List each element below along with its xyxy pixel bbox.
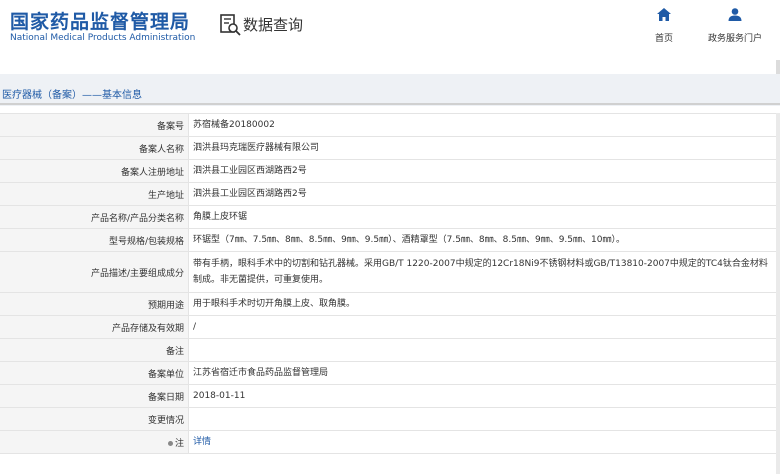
row-label: 生产地址 (0, 182, 189, 206)
row-label: 产品描述/主要组成成分 (0, 251, 189, 293)
bullet-icon (167, 440, 173, 446)
row-label: 产品名称/产品分类名称 (0, 205, 189, 229)
scrollbar-top[interactable] (776, 60, 780, 74)
details-link[interactable]: 详情 (193, 437, 211, 447)
row-label: 产品存储及有效期 (0, 315, 189, 339)
row-label: 型号规格/包装规格 (0, 228, 189, 252)
nav-portal-label: 政务服务门户 (707, 34, 762, 44)
row-label: 备注 (0, 338, 189, 362)
home-icon (657, 8, 671, 21)
data-query-icon (220, 14, 241, 36)
row-label: 备案日期 (0, 384, 189, 408)
row-value: 江苏省宿迁市食品药品监督管理局 (188, 361, 776, 385)
info-table: 备案号 苏宿械备20180002 备案人名称 泗洪县玛克瑞医疗器械有限公司 备案… (0, 113, 776, 454)
row-value: 2018-01-11 (188, 384, 776, 408)
row-value: 环锯型（7㎜、7.5㎜、8㎜、8.5㎜、9㎜、9.5㎜）、酒精罩型（7.5㎜、8… (188, 228, 776, 252)
row-label: 备案号 (0, 113, 189, 137)
row-value: 带有手柄，眼科手术中的切割和钻孔器械。采用GB/T 1220-2007中规定的1… (188, 251, 776, 293)
row-label: 变更情况 (0, 407, 189, 431)
row-value: 泗洪县工业园区西湖路西2号 (188, 159, 776, 183)
org-name-cn[interactable]: 国家药品监督管理局 (10, 7, 190, 34)
row-value: 用于眼科手术时切开角膜上皮、取角膜。 (188, 292, 776, 316)
table-row: 产品存储及有效期 / (0, 315, 776, 339)
table-row: 备案日期 2018-01-11 (0, 384, 776, 408)
table-row: 备案人注册地址 泗洪县工业园区西湖路西2号 (0, 159, 776, 183)
user-icon (728, 8, 742, 21)
row-value: 角膜上皮环锯 (188, 205, 776, 229)
spacer (0, 60, 776, 74)
row-value (188, 338, 776, 362)
row-value: 泗洪县玛克瑞医疗器械有限公司 (188, 136, 776, 160)
note-label: 注 (174, 438, 184, 449)
table-row: 注 详情 (0, 430, 776, 454)
row-value: 苏宿械备20180002 (188, 113, 776, 137)
row-value (188, 407, 776, 431)
table-row: 备案人名称 泗洪县玛克瑞医疗器械有限公司 (0, 136, 776, 160)
site-header: 国家药品监督管理局 National Medical Products Admi… (0, 0, 780, 60)
scrollbar-right[interactable] (776, 113, 780, 474)
table-row: 生产地址 泗洪县工业园区西湖路西2号 (0, 182, 776, 206)
data-query-title: 数据查询 (243, 16, 304, 34)
table-row: 型号规格/包装规格 环锯型（7㎜、7.5㎜、8㎜、8.5㎜、9㎜、9.5㎜）、酒… (0, 228, 776, 252)
org-name-en[interactable]: National Medical Products Administration (10, 33, 195, 43)
row-value: 泗洪县工业园区西湖路西2号 (188, 182, 776, 206)
table-row: 备案号 苏宿械备20180002 (0, 113, 776, 137)
table-row: 备案单位 江苏省宿迁市食品药品监督管理局 (0, 361, 776, 385)
nav-service-portal[interactable]: 政务服务门户 (690, 8, 780, 45)
table-row: 预期用途 用于眼科手术时切开角膜上皮、取角膜。 (0, 292, 776, 316)
table-row: 备注 (0, 338, 776, 362)
row-label: 预期用途 (0, 292, 189, 316)
divider (0, 103, 780, 105)
breadcrumb: 医疗器械（备案）——基本信息 (2, 90, 142, 101)
row-value: 详情 (188, 430, 776, 454)
row-label-note: 注 (0, 430, 189, 454)
table-row: 产品名称/产品分类名称 角膜上皮环锯 (0, 205, 776, 229)
row-label: 备案单位 (0, 361, 189, 385)
row-label: 备案人名称 (0, 136, 189, 160)
table-row: 变更情况 (0, 407, 776, 431)
row-value: / (188, 315, 776, 339)
nav-home-label: 首页 (654, 34, 673, 44)
table-row: 产品描述/主要组成成分 带有手柄，眼科手术中的切割和钻孔器械。采用GB/T 12… (0, 251, 776, 293)
row-label: 备案人注册地址 (0, 159, 189, 183)
breadcrumb-bar: 医疗器械（备案）——基本信息 (0, 74, 780, 106)
